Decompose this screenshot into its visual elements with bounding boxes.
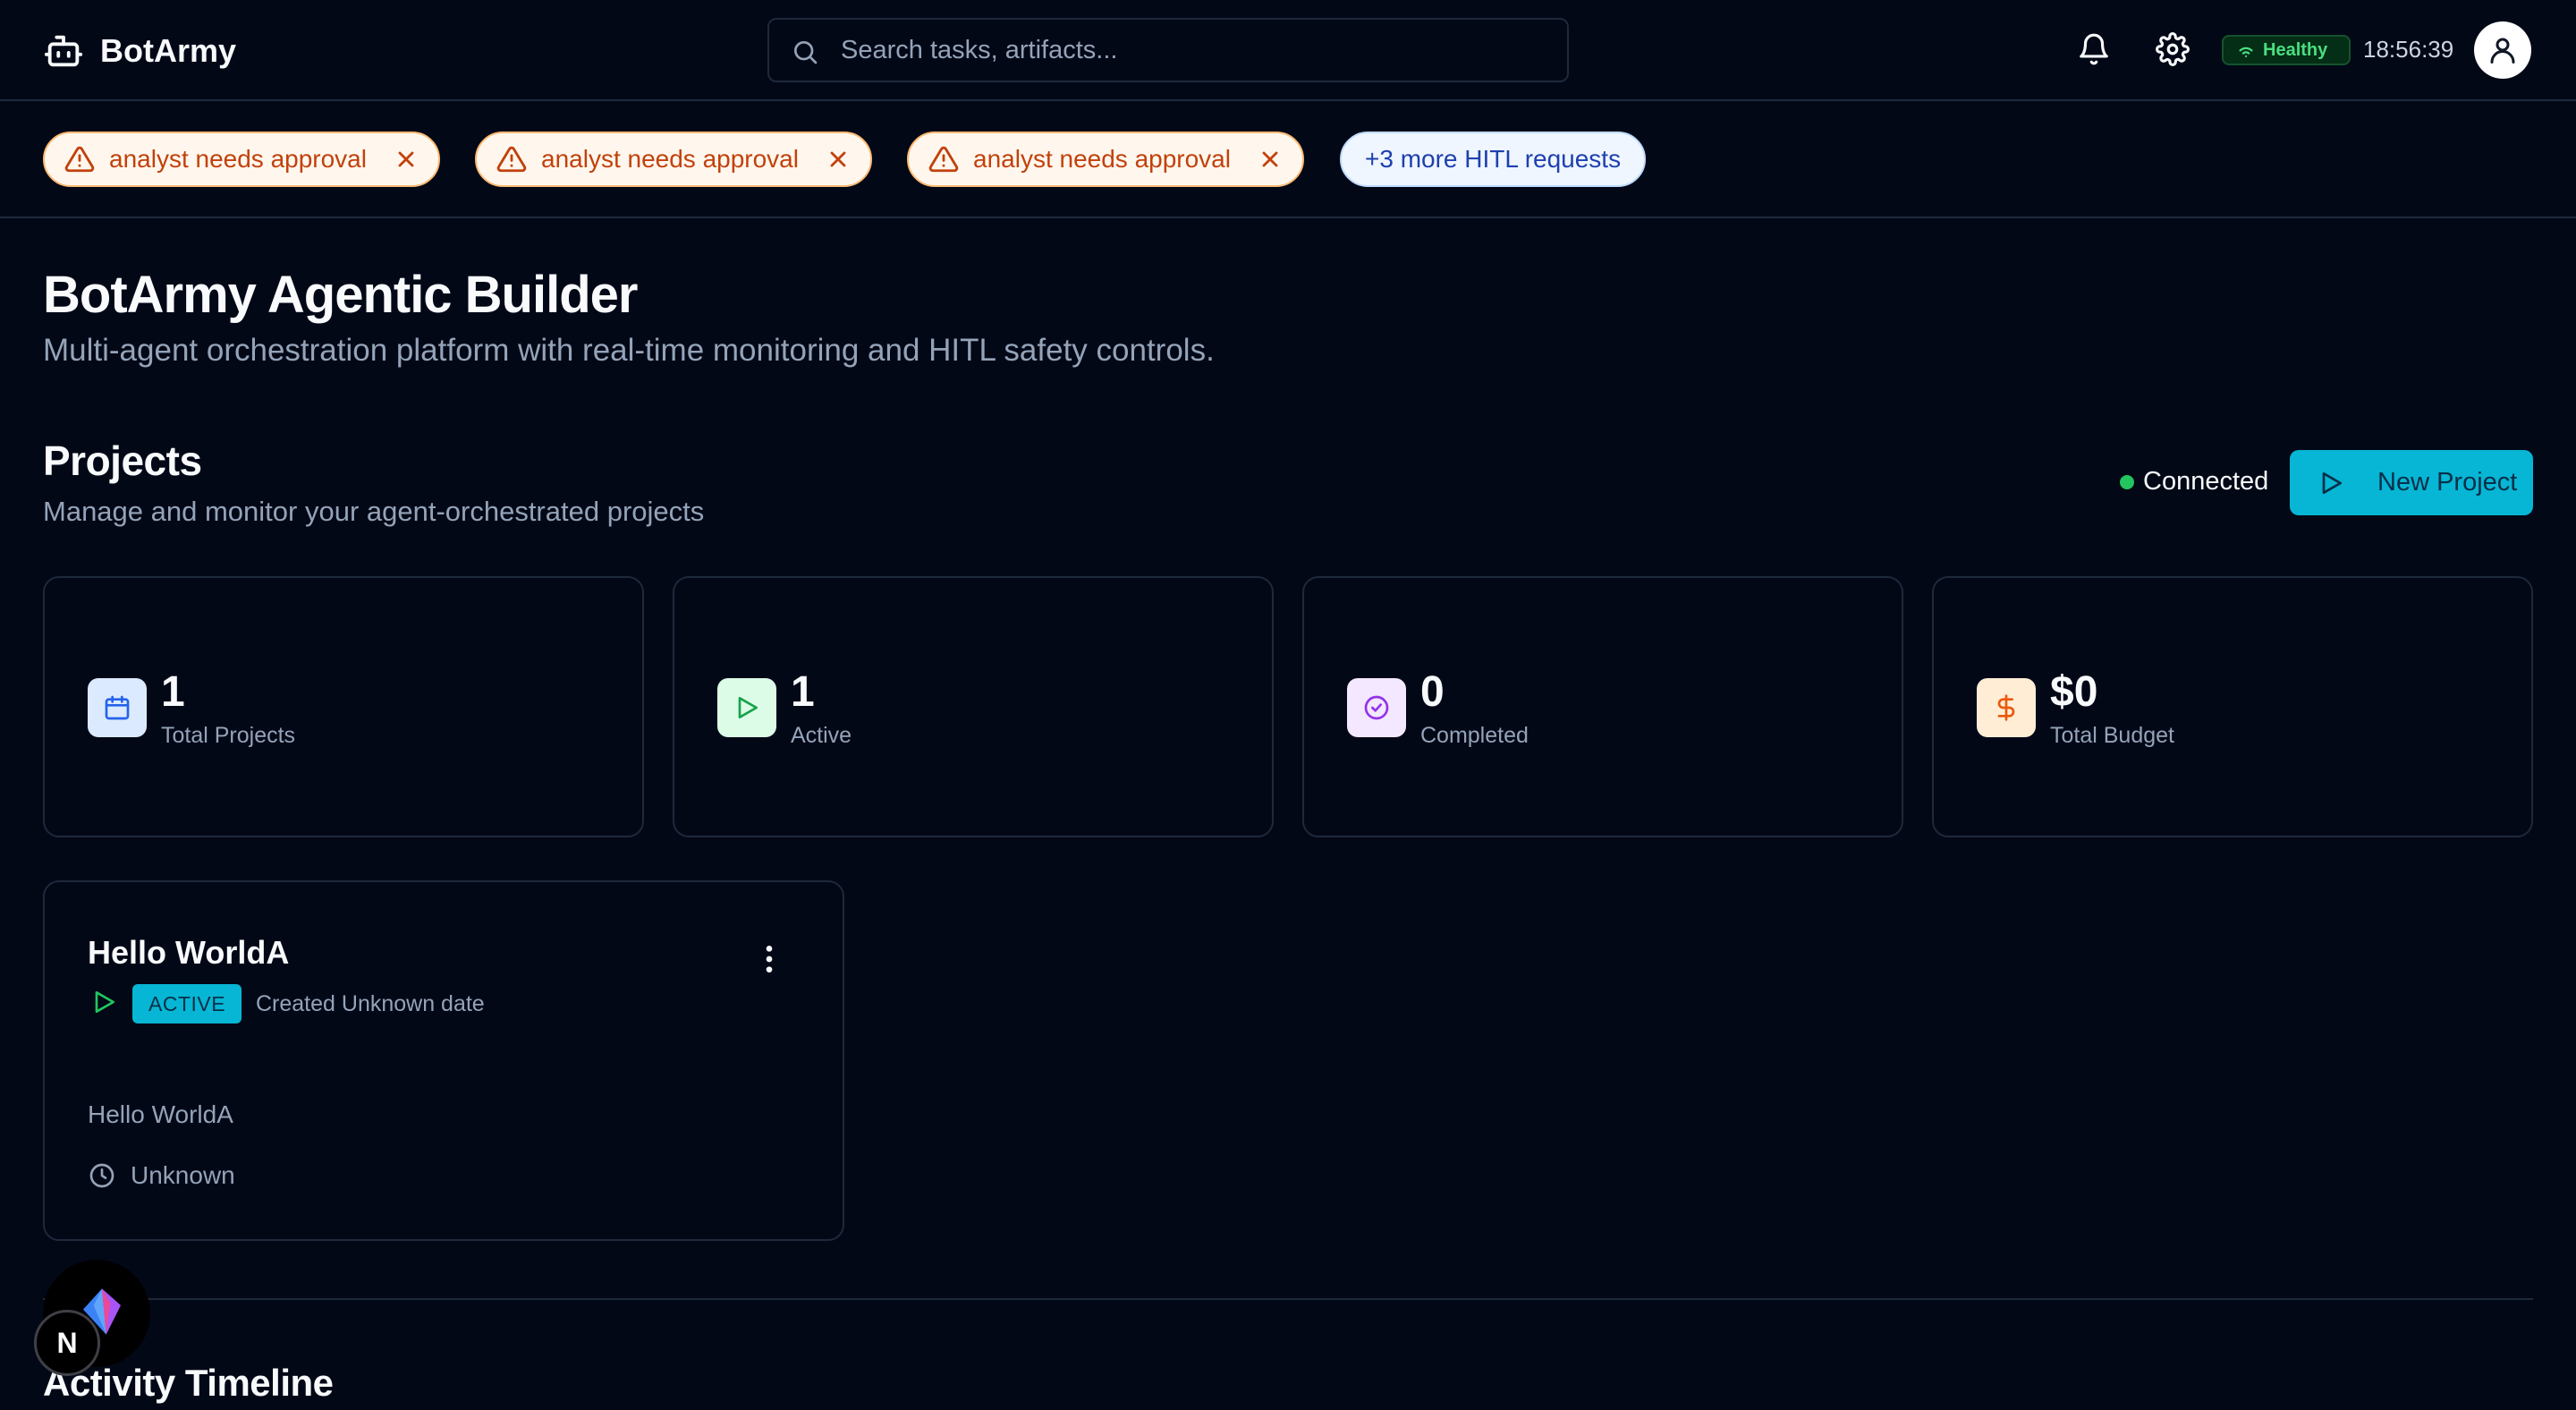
project-card[interactable]: Hello WorldA ACTIVE Created Unknown date… — [43, 880, 844, 1241]
dollar-icon — [1997, 694, 2015, 721]
search-icon — [794, 41, 818, 64]
stat-label: Total Projects — [161, 723, 296, 748]
close-icon[interactable] — [1258, 147, 1283, 172]
section-divider — [43, 1298, 2533, 1300]
projects-title: Projects — [43, 437, 202, 484]
hitl-request-chip[interactable]: analyst needs approval — [43, 132, 440, 187]
wifi-icon — [2239, 47, 2253, 57]
status-badge: ACTIVE — [132, 984, 242, 1024]
stat-icon-container — [1977, 678, 2036, 737]
project-time-label: Unknown — [131, 1161, 235, 1189]
stat-card-total-budget: $0 Total Budget — [1932, 576, 2533, 837]
nextjs-dev-indicator[interactable]: N — [34, 1310, 100, 1376]
project-description: Hello WorldA — [88, 1100, 233, 1128]
app-logo[interactable]: BotArmy — [43, 30, 236, 72]
gear-icon[interactable] — [2156, 32, 2190, 66]
status-dot — [2120, 474, 2134, 489]
current-time: 18:56:39 — [2363, 36, 2454, 63]
project-time: Unknown — [88, 1161, 235, 1190]
project-created-date: Created Unknown date — [256, 991, 485, 1016]
top-header: BotArmy Healthy 18:56:39 — [0, 0, 2576, 101]
hitl-request-label: analyst needs approval — [973, 145, 1231, 173]
bell-icon[interactable] — [2077, 32, 2111, 66]
stat-card-active: 1 Active — [673, 576, 1274, 837]
connection-status: Connected — [2120, 467, 2268, 497]
stat-label: Active — [791, 723, 852, 748]
close-icon[interactable] — [826, 147, 851, 172]
play-icon — [738, 697, 758, 718]
connection-status-label: Connected — [2143, 467, 2269, 496]
calendar-icon — [105, 695, 130, 720]
hitl-request-chip[interactable]: analyst needs approval — [475, 132, 872, 187]
warning-icon — [928, 146, 959, 173]
stat-icon-container — [717, 678, 776, 737]
hitl-requests-bar: analyst needs approval analyst needs app… — [0, 101, 2576, 218]
stat-label: Completed — [1420, 723, 1529, 748]
stat-card-completed: 0 Completed — [1302, 576, 1903, 837]
new-project-button[interactable]: New Project — [2290, 450, 2533, 515]
health-status-label: Healthy — [2263, 39, 2328, 60]
health-status-badge: Healthy — [2222, 35, 2351, 65]
stat-value: 0 — [1420, 668, 1445, 716]
stat-card-total-projects: 1 Total Projects — [43, 576, 644, 837]
stat-value: 1 — [791, 668, 815, 716]
user-icon — [2490, 38, 2515, 64]
user-avatar[interactable] — [2474, 21, 2531, 79]
clock-icon — [89, 1163, 114, 1188]
stat-value: $0 — [2050, 668, 2098, 716]
robot-logo-icon — [44, 35, 83, 67]
stat-icon-container — [1347, 678, 1406, 737]
hitl-request-label: analyst needs approval — [109, 145, 367, 173]
check-circle-icon — [1364, 695, 1389, 720]
close-icon[interactable] — [394, 147, 419, 172]
project-name: Hello WorldA — [88, 934, 290, 971]
app-name: BotArmy — [100, 32, 237, 69]
more-vertical-icon[interactable] — [751, 941, 787, 977]
warning-icon — [64, 146, 95, 173]
search-box[interactable] — [767, 18, 1569, 82]
stat-icon-container — [88, 678, 147, 737]
hitl-request-label: analyst needs approval — [541, 145, 799, 173]
stat-value: 1 — [161, 668, 185, 716]
new-project-label: New Project — [2377, 468, 2518, 497]
more-hitl-requests-button[interactable]: +3 more HITL requests — [1340, 132, 1647, 187]
hitl-request-chip[interactable]: analyst needs approval — [907, 132, 1304, 187]
warning-icon — [496, 146, 527, 173]
page-title: BotArmy Agentic Builder — [43, 266, 638, 324]
play-icon — [95, 991, 114, 1013]
search-input[interactable] — [841, 20, 1538, 81]
play-icon — [2322, 471, 2342, 494]
page-subtitle: Multi-agent orchestration platform with … — [43, 333, 1215, 368]
projects-subtitle: Manage and monitor your agent-orchestrat… — [43, 496, 705, 527]
stat-label: Total Budget — [2050, 723, 2174, 748]
